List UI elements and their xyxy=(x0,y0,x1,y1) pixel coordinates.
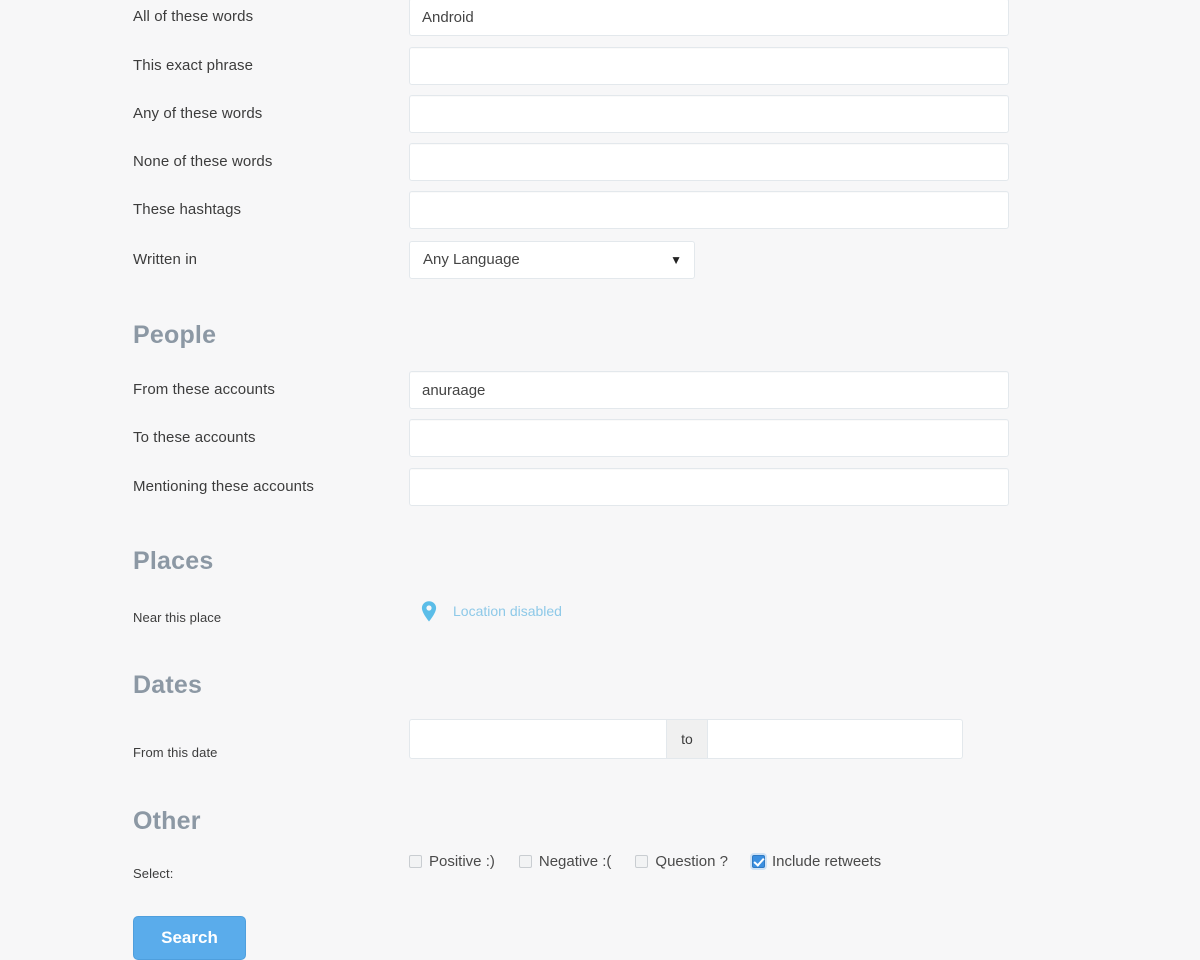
field-row-mentioning-accounts: Mentioning these accounts xyxy=(0,468,1200,506)
checkbox-question-box[interactable] xyxy=(635,855,649,868)
location-status-text: Location disabled xyxy=(453,603,562,619)
checkbox-question[interactable]: Question ? xyxy=(635,850,728,874)
checkbox-negative-box[interactable] xyxy=(518,855,532,868)
label-none-of-these-words: None of these words xyxy=(133,153,273,170)
label-any-of-these-words: Any of these words xyxy=(133,105,263,122)
field-row-to-accounts: To these accounts xyxy=(0,419,1200,457)
label-near-this-place: Near this place xyxy=(133,610,222,625)
field-row-hashtags: These hashtags xyxy=(0,191,1200,229)
input-none-of-these-words[interactable] xyxy=(409,143,1009,181)
checkbox-negative[interactable]: Negative :( xyxy=(518,850,612,874)
checkbox-negative-label: Negative :( xyxy=(538,853,612,870)
field-row-none-words: None of these words xyxy=(0,143,1200,181)
label-from-these-accounts: From these accounts xyxy=(133,381,275,398)
checkbox-question-label: Question ? xyxy=(655,853,728,870)
input-this-exact-phrase[interactable] xyxy=(409,47,1009,85)
advanced-search-form: All of these words This exact phrase Any… xyxy=(0,0,1200,960)
select-language-value: Any Language xyxy=(423,251,520,268)
label-written-in: Written in xyxy=(133,251,198,268)
checkbox-include-retweets[interactable]: Include retweets xyxy=(751,850,882,874)
label-to-these-accounts: To these accounts xyxy=(133,429,256,446)
input-these-hashtags[interactable] xyxy=(409,191,1009,229)
label-from-this-date: From this date xyxy=(133,745,218,760)
label-select: Select: xyxy=(133,866,174,881)
label-these-hashtags: These hashtags xyxy=(133,201,242,218)
field-row-exact-phrase: This exact phrase xyxy=(0,47,1200,85)
label-mentioning-these-accounts: Mentioning these accounts xyxy=(133,478,314,495)
field-row-all-words: All of these words xyxy=(0,0,1200,36)
label-this-exact-phrase: This exact phrase xyxy=(133,57,254,74)
checkbox-positive[interactable]: Positive :) xyxy=(409,850,495,874)
field-row-from-accounts: From these accounts xyxy=(0,371,1200,409)
checkbox-include-retweets-label: Include retweets xyxy=(771,853,882,870)
search-button[interactable]: Search xyxy=(133,916,246,960)
section-heading-places: Places xyxy=(133,547,214,575)
section-heading-other: Other xyxy=(133,807,201,835)
map-pin-icon xyxy=(420,600,438,624)
date-range-separator: to xyxy=(667,719,707,759)
input-all-of-these-words[interactable] xyxy=(409,0,1009,36)
sentiment-checkbox-group: Positive :) Negative :( Question ? Inclu… xyxy=(409,850,881,874)
select-language[interactable]: Any Language ▼ xyxy=(409,241,695,279)
checkbox-include-retweets-box[interactable] xyxy=(751,855,765,868)
input-mentioning-these-accounts[interactable] xyxy=(409,468,1009,506)
input-from-these-accounts[interactable] xyxy=(409,371,1009,409)
section-heading-dates: Dates xyxy=(133,671,203,699)
input-date-to[interactable] xyxy=(707,719,963,759)
input-any-of-these-words[interactable] xyxy=(409,95,1009,133)
input-to-these-accounts[interactable] xyxy=(409,419,1009,457)
field-row-any-words: Any of these words xyxy=(0,95,1200,133)
input-date-from[interactable] xyxy=(409,719,667,759)
section-heading-people: People xyxy=(133,321,217,349)
field-row-written-in: Written in Any Language ▼ xyxy=(0,241,1200,279)
chevron-down-icon: ▼ xyxy=(670,253,682,267)
checkbox-positive-box[interactable] xyxy=(409,855,422,868)
checkbox-positive-label: Positive :) xyxy=(429,853,495,870)
label-all-of-these-words: All of these words xyxy=(133,8,254,25)
